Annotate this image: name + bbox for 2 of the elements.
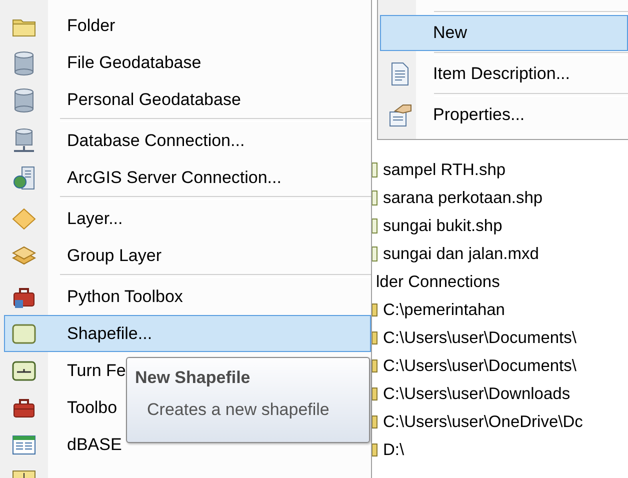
tooltip-title: New Shapefile [135,368,252,388]
tooltip-text: Creates a new shapefile [146,400,330,420]
